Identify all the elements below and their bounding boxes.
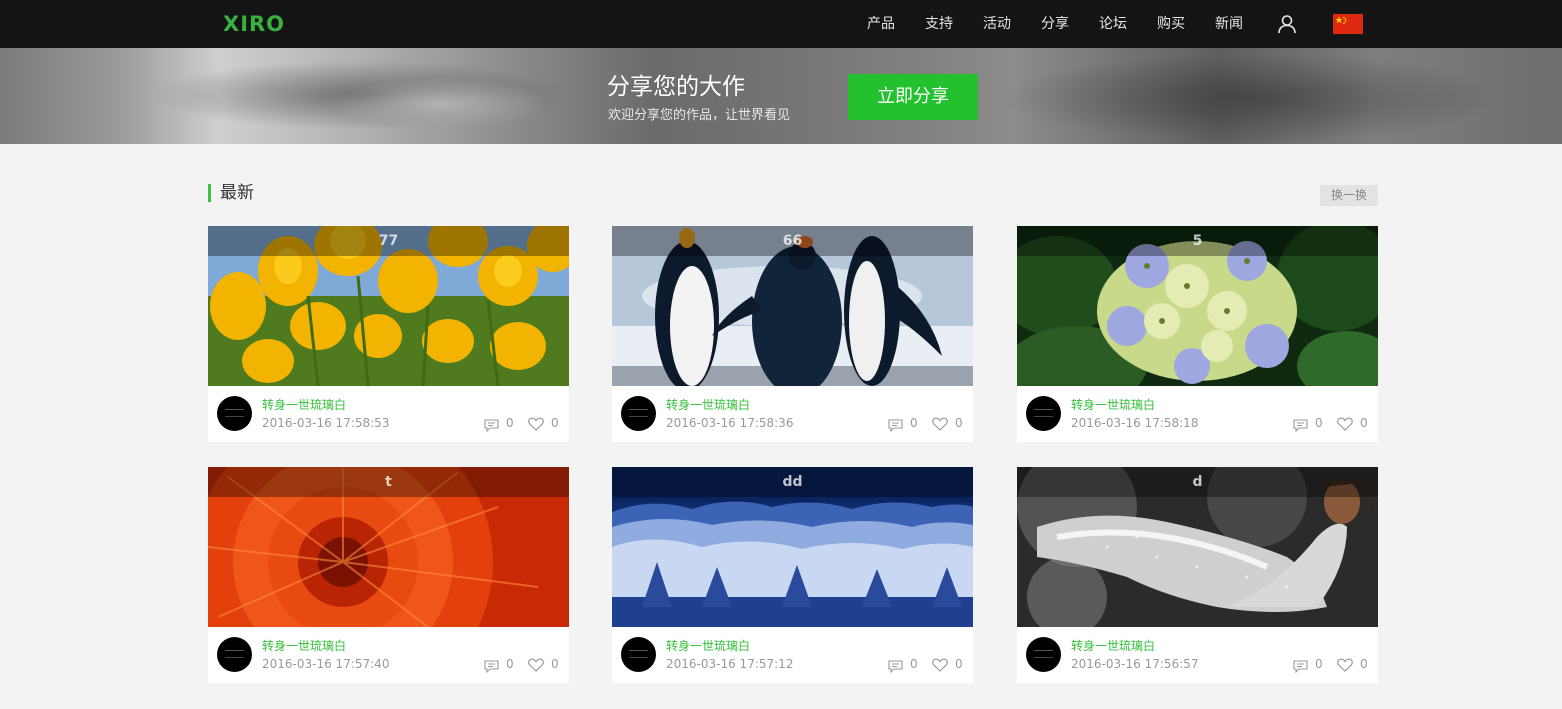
nav-item-buy[interactable]: 购买	[1142, 0, 1200, 48]
like-count: 0	[551, 657, 559, 671]
post-time: 2016-03-16 17:56:57	[1071, 657, 1199, 671]
section-title: 最新	[220, 183, 254, 203]
comment-icon[interactable]	[484, 658, 499, 674]
post-time: 2016-03-16 17:57:12	[666, 657, 794, 671]
post-title: t	[385, 474, 392, 490]
comment-icon[interactable]	[484, 417, 499, 433]
main-nav: 产品 支持 活动 分享 论坛 购买 新闻	[852, 0, 1258, 48]
banner-subtitle: 欢迎分享您的作品，让世界看见	[608, 108, 791, 123]
heart-icon[interactable]	[932, 657, 948, 672]
xiro-logo[interactable]: XIRO	[223, 12, 285, 36]
comment-icon[interactable]	[1293, 658, 1308, 674]
post-time: 2016-03-16 17:58:18	[1071, 416, 1199, 430]
china-flag-icon[interactable]	[1333, 14, 1363, 34]
comment-icon[interactable]	[1293, 417, 1308, 433]
avatar[interactable]	[1026, 637, 1061, 672]
post-time: 2016-03-16 17:57:40	[262, 657, 390, 671]
like-count: 0	[1360, 416, 1368, 430]
avatar[interactable]	[621, 637, 656, 672]
post-title: d	[1192, 474, 1203, 490]
post-card[interactable]: dd 转身一世琉璃白 2016-03-16 17:57:12 0 0	[612, 467, 973, 683]
post-time: 2016-03-16 17:58:36	[666, 416, 794, 430]
post-image-red-chrysanthemum[interactable]: t	[208, 467, 569, 627]
heart-icon[interactable]	[528, 416, 544, 431]
post-author[interactable]: 转身一世琉璃白	[666, 638, 750, 654]
comment-count: 0	[910, 657, 918, 671]
comment-count: 0	[506, 657, 514, 671]
avatar[interactable]	[217, 637, 252, 672]
comment-count: 0	[1315, 416, 1323, 430]
post-author[interactable]: 转身一世琉璃白	[262, 397, 346, 413]
banner-title: 分享您的大作	[607, 74, 745, 100]
comment-icon[interactable]	[888, 658, 903, 674]
nav-item-share[interactable]: 分享	[1026, 0, 1084, 48]
avatar[interactable]	[621, 396, 656, 431]
banner-background-shape	[330, 78, 550, 128]
post-card[interactable]: 66 转身一世琉璃白 2016-03-16 17:58:36 0 0	[612, 226, 973, 442]
heart-icon[interactable]	[528, 657, 544, 672]
comment-count: 0	[1315, 657, 1323, 671]
post-card[interactable]: t 转身一世琉璃白 2016-03-16 17:57:40 0 0	[208, 467, 569, 683]
post-image-woman-sequins[interactable]: d	[1017, 467, 1378, 627]
post-image-hydrangea[interactable]: 5	[1017, 226, 1378, 386]
heart-icon[interactable]	[1337, 657, 1353, 672]
top-navbar: XIRO 产品 支持 活动 分享 论坛 购买 新闻	[0, 0, 1562, 48]
post-image-snowy-forest[interactable]: dd	[612, 467, 973, 627]
like-count: 0	[955, 416, 963, 430]
nav-item-events[interactable]: 活动	[968, 0, 1026, 48]
like-count: 0	[551, 416, 559, 430]
post-time: 2016-03-16 17:58:53	[262, 416, 390, 430]
share-now-button[interactable]: 立即分享	[848, 74, 978, 120]
share-banner	[0, 48, 1562, 144]
post-title: 66	[782, 233, 803, 249]
banner-background-shape	[1000, 53, 1500, 143]
avatar[interactable]	[1026, 396, 1061, 431]
post-author[interactable]: 转身一世琉璃白	[1071, 638, 1155, 654]
nav-item-forum[interactable]: 论坛	[1084, 0, 1142, 48]
post-card[interactable]: d 转身一世琉璃白 2016-03-16 17:56:57 0 0	[1017, 467, 1378, 683]
post-author[interactable]: 转身一世琉璃白	[262, 638, 346, 654]
post-title: dd	[782, 474, 803, 490]
heart-icon[interactable]	[932, 416, 948, 431]
nav-item-news[interactable]: 新闻	[1200, 0, 1258, 48]
nav-item-products[interactable]: 产品	[852, 0, 910, 48]
post-author[interactable]: 转身一世琉璃白	[1071, 397, 1155, 413]
post-title: 5	[1192, 233, 1203, 249]
refresh-button[interactable]: 换一换	[1320, 185, 1378, 206]
heart-icon[interactable]	[1337, 416, 1353, 431]
post-card[interactable]: 5 转身一世琉璃白 2016-03-16 17:58:18 0 0	[1017, 226, 1378, 442]
post-author[interactable]: 转身一世琉璃白	[666, 397, 750, 413]
post-title: 77	[378, 233, 399, 249]
nav-item-support[interactable]: 支持	[910, 0, 968, 48]
comment-count: 0	[910, 416, 918, 430]
comment-icon[interactable]	[888, 417, 903, 433]
like-count: 0	[1360, 657, 1368, 671]
avatar[interactable]	[217, 396, 252, 431]
post-image-penguins[interactable]: 66	[612, 226, 973, 386]
comment-count: 0	[506, 416, 514, 430]
like-count: 0	[955, 657, 963, 671]
user-icon[interactable]	[1277, 14, 1297, 34]
post-image-yellow-tulips[interactable]: 77	[208, 226, 569, 386]
section-accent-bar	[208, 184, 211, 202]
post-card[interactable]: 77 转身一世琉璃白 2016-03-16 17:58:53 0 0	[208, 226, 569, 442]
